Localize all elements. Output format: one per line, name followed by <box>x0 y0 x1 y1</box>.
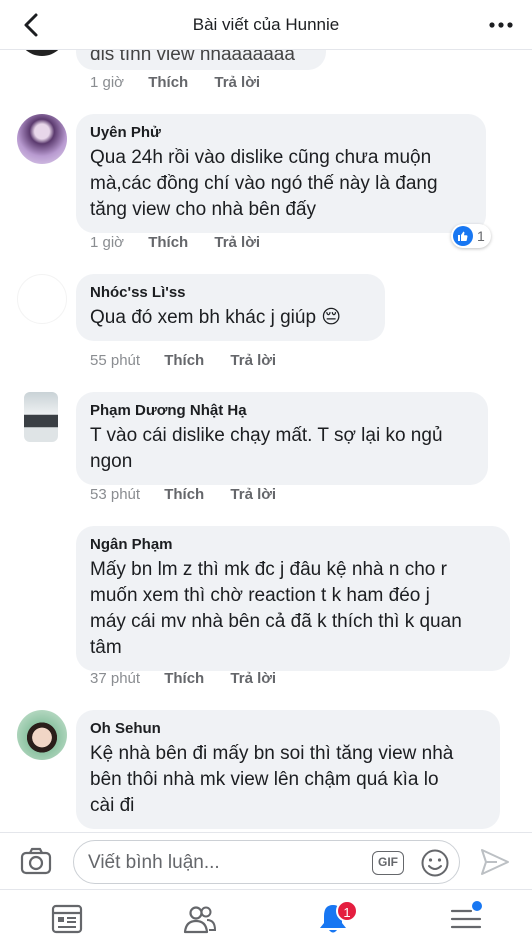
friends-icon[interactable] <box>183 902 217 936</box>
comment-author[interactable]: Phạm Dương Nhật Hạ <box>90 401 474 421</box>
gif-button[interactable]: GIF <box>372 851 404 875</box>
page-title: Bài viết của Hunnie <box>192 15 340 34</box>
reply-button[interactable]: Trả lời <box>230 486 276 503</box>
news-feed-icon[interactable] <box>50 902 84 936</box>
comment-text: T vào cái dislike chạy mất. T sợ lại ko … <box>90 425 443 472</box>
comment-author[interactable]: Uyên Phử <box>90 123 472 143</box>
comment-text: Kệ nhà bên đi mấy bn soi thì tăng view n… <box>90 743 454 816</box>
comment-bubble[interactable]: Ngân Phạm Mấy bn lm z thì mk đc j đâu kệ… <box>76 526 510 671</box>
comment-time: 37 phút <box>90 670 141 687</box>
reply-button[interactable]: Trả lời <box>214 234 260 251</box>
like-button[interactable]: Thích <box>164 486 204 503</box>
comment-time: 53 phút <box>90 486 141 503</box>
comment-bubble[interactable]: Oh Sehun Kệ nhà bên đi mấy bn soi thì tă… <box>76 710 500 829</box>
comment-text: Qua đó xem bh khác j giúp 😔 <box>90 307 342 328</box>
comment-actions: 53 phút Thích Trả lời <box>90 486 276 503</box>
comment-text: Qua 24h rồi vào dislike cũng chưa muộn m… <box>90 147 438 220</box>
comment-input[interactable] <box>88 851 358 875</box>
comment-field[interactable]: GIF <box>73 840 460 884</box>
emoji-icon[interactable] <box>420 848 450 878</box>
comment-composer: GIF <box>0 832 532 889</box>
avatar[interactable] <box>17 274 67 324</box>
comment-actions: 37 phút Thích Trả lời <box>90 670 276 687</box>
notification-badge: 1 <box>336 900 358 922</box>
comment-time: 1 giờ <box>90 234 125 251</box>
comment-text: Mấy bn lm z thì mk đc j đâu kệ nhà n cho… <box>90 559 462 658</box>
reply-button[interactable]: Trả lời <box>230 670 276 687</box>
comment-bubble[interactable]: Nhóc'ss Lì'ss Qua đó xem bh khác j giúp … <box>76 274 385 341</box>
avatar[interactable] <box>24 392 58 442</box>
like-reaction-icon <box>453 226 473 246</box>
comment-author[interactable]: Oh Sehun <box>90 719 486 739</box>
bottom-tab-bar <box>0 889 532 946</box>
menu-indicator-dot <box>472 901 482 911</box>
reaction-count: 1 <box>477 228 485 244</box>
comment-time: 55 phút <box>90 352 141 369</box>
reply-button[interactable]: Trả lời <box>230 352 276 369</box>
comment-bubble[interactable]: Uyên Phử Qua 24h rồi vào dislike cũng ch… <box>76 114 486 233</box>
like-button[interactable]: Thích <box>164 352 204 369</box>
comment-actions: 1 giờ Thích Trả lời <box>90 74 260 91</box>
camera-icon[interactable] <box>20 847 52 875</box>
comments-feed: dis tính view nhaaaaaaa 1 giờ Thích Trả … <box>0 0 532 832</box>
reaction-summary[interactable]: 1 <box>451 224 491 248</box>
like-button[interactable]: Thích <box>164 670 204 687</box>
avatar[interactable] <box>17 710 67 760</box>
comment-author[interactable]: Ngân Phạm <box>90 535 496 555</box>
comment-time: 1 giờ <box>90 74 125 91</box>
comment-author[interactable]: Nhóc'ss Lì'ss <box>90 283 371 303</box>
like-button[interactable]: Thích <box>148 234 188 251</box>
top-bar: Bài viết của Hunnie <box>0 0 532 50</box>
send-icon[interactable] <box>479 847 511 877</box>
comment-bubble[interactable]: Phạm Dương Nhật Hạ T vào cái dislike chạ… <box>76 392 488 485</box>
like-button[interactable]: Thích <box>148 74 188 91</box>
avatar[interactable] <box>17 114 67 164</box>
more-horizontal-icon[interactable] <box>488 14 514 36</box>
comment-actions: 1 giờ Thích Trả lời <box>90 234 260 251</box>
comment-actions: 55 phút Thích Trả lời <box>90 352 276 369</box>
reply-button[interactable]: Trả lời <box>214 74 260 91</box>
